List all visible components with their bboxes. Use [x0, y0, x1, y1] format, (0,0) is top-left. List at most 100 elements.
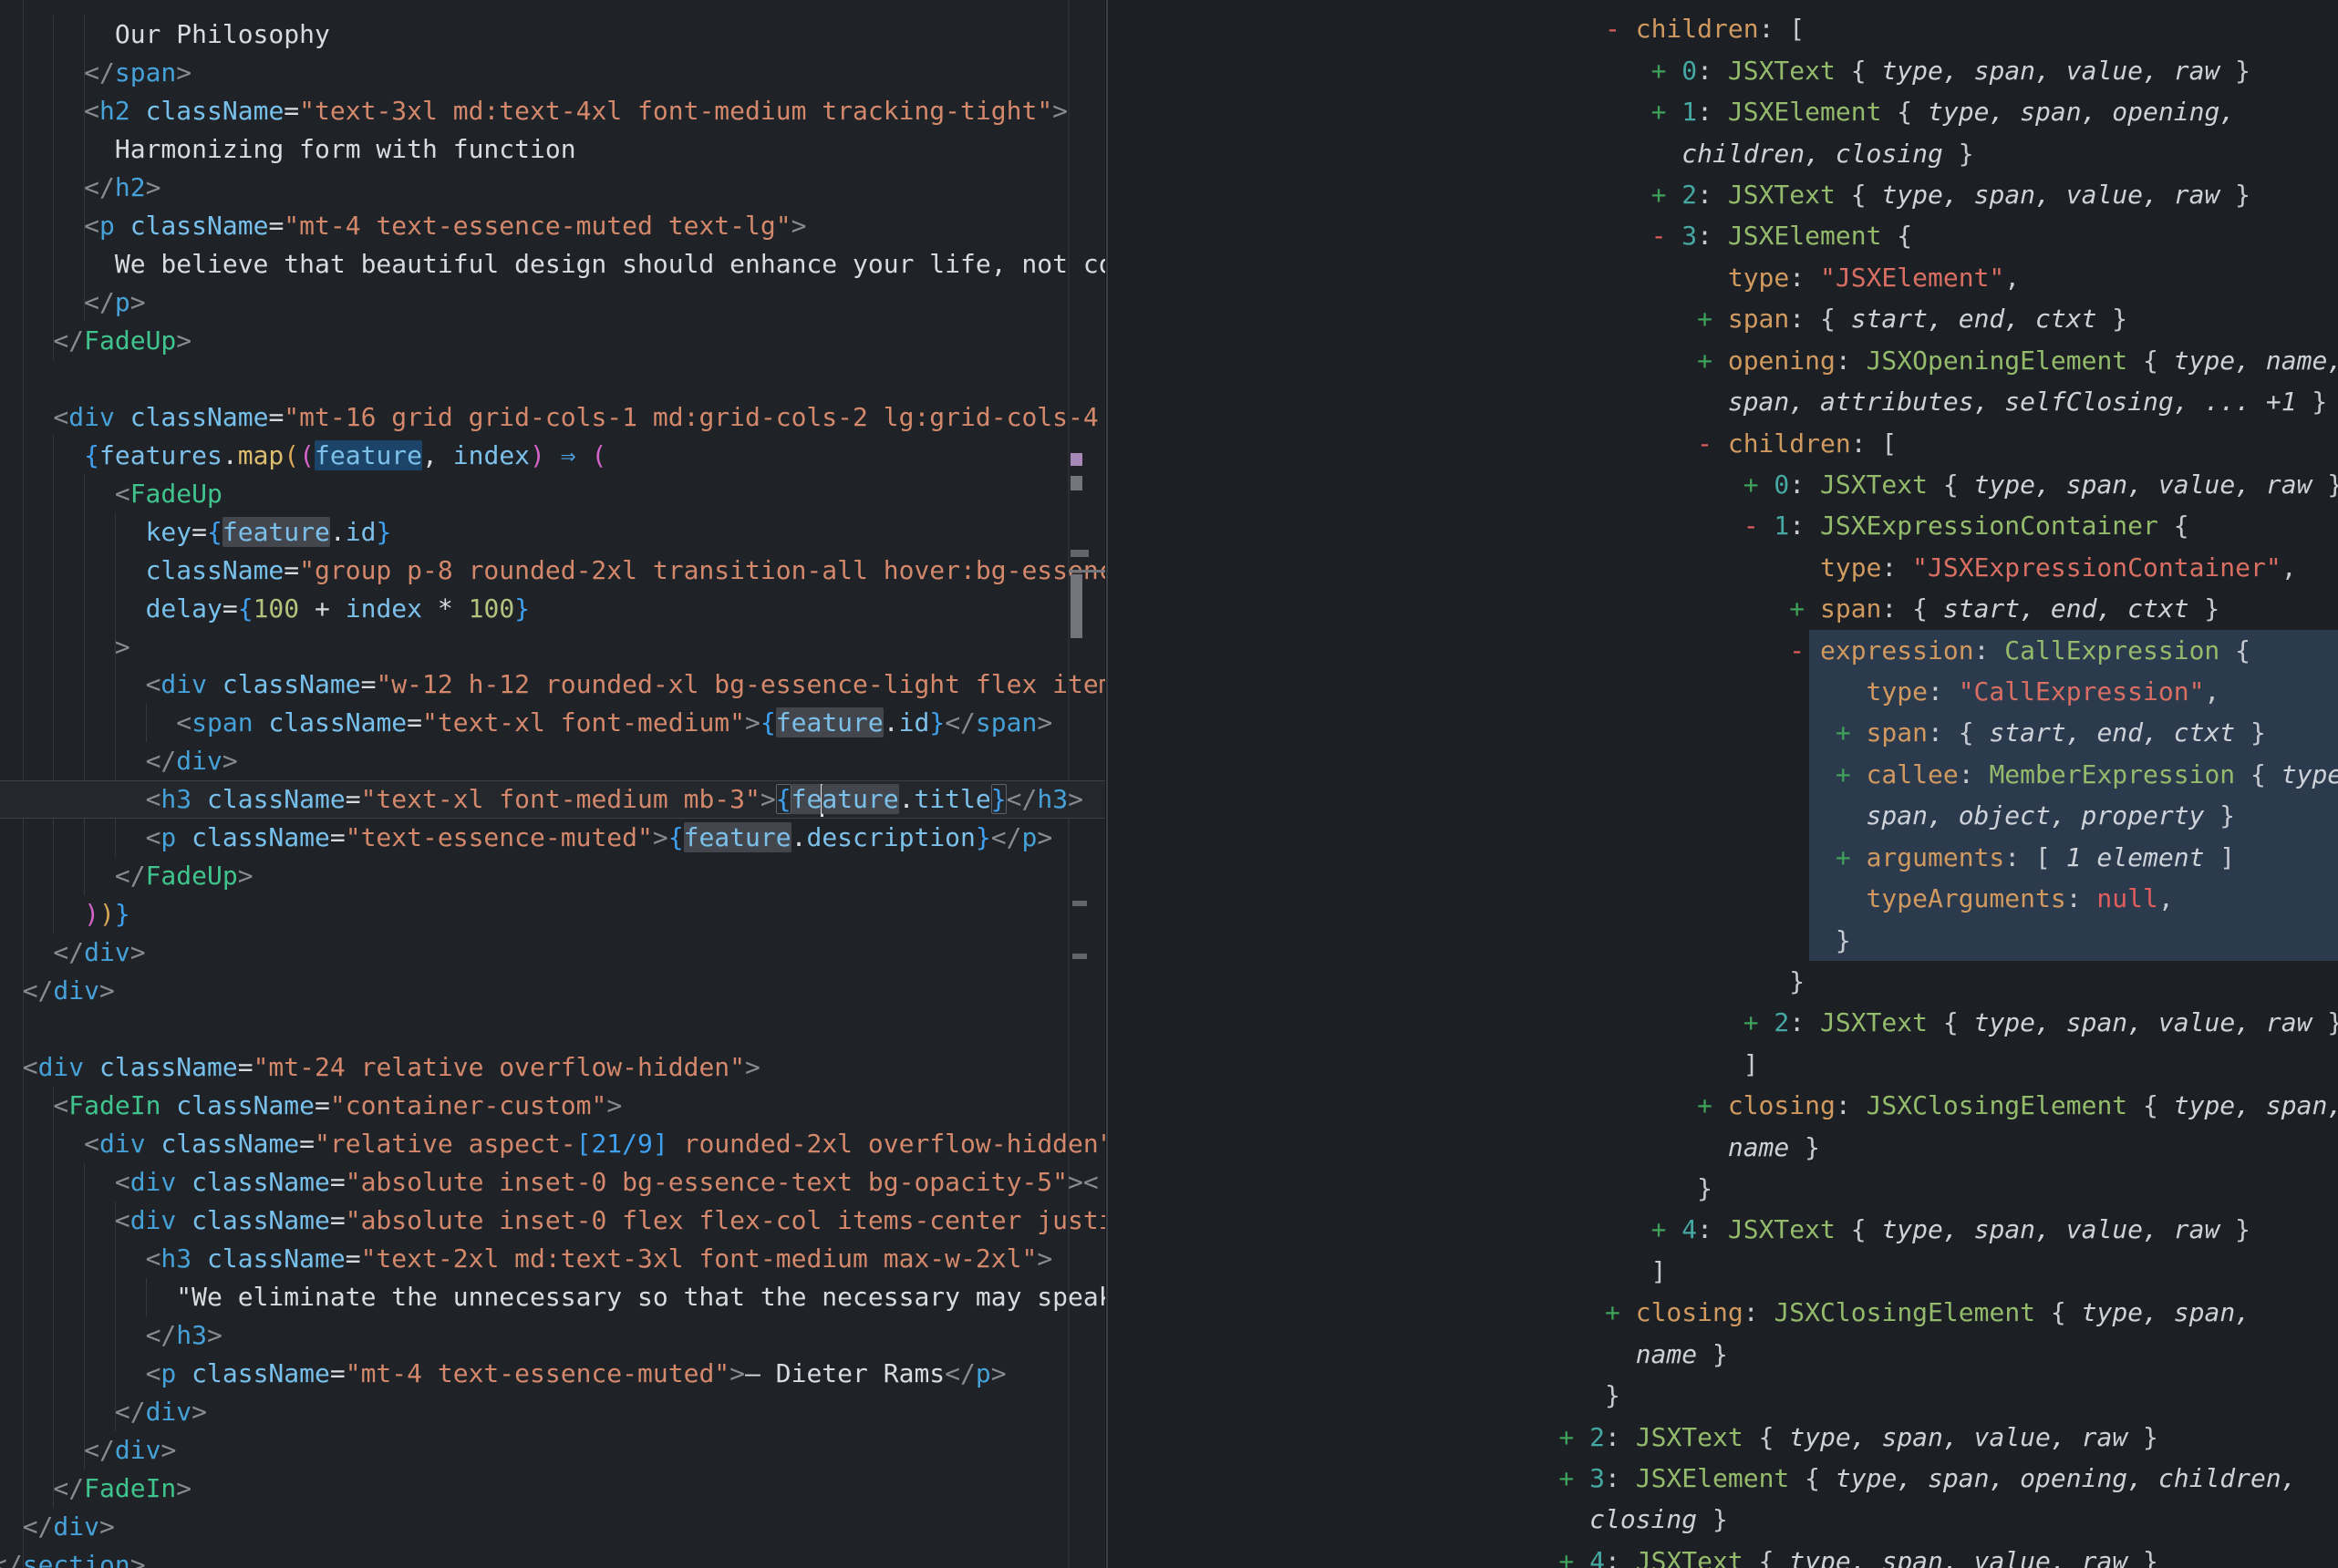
code-line[interactable]: </div>: [23, 972, 115, 1010]
collapse-node-icon[interactable]: -: [1697, 428, 1728, 459]
code-line[interactable]: </span>: [84, 54, 191, 92]
code-line[interactable]: </div>: [115, 1393, 207, 1431]
code-line[interactable]: <p className="mt-4 text-essence-muted te…: [84, 207, 806, 245]
ast-tree-row[interactable]: children, closing }: [1681, 133, 1973, 174]
ast-tree-row[interactable]: + arguments: [ 1 element ]: [1836, 837, 2235, 878]
code-line[interactable]: <div className="relative aspect-[21/9] r…: [84, 1125, 1105, 1163]
ast-tree-row[interactable]: ]: [1743, 1044, 1759, 1085]
ast-tree-row[interactable]: + closing: JSXClosingElement { type, spa…: [1605, 1292, 2250, 1333]
collapse-node-icon[interactable]: -: [1789, 635, 1820, 665]
code-line[interactable]: <h3 className="text-2xl md:text-3xl font…: [146, 1240, 1053, 1278]
expand-node-icon[interactable]: +: [1743, 1007, 1774, 1037]
ast-tree-row[interactable]: + 2: JSXText { type, span, value, raw }: [1558, 1417, 2157, 1458]
expand-node-icon[interactable]: +: [1605, 1297, 1636, 1327]
ast-tree-row[interactable]: + span: { start, end, ctxt }: [1836, 712, 2266, 753]
code-line[interactable]: className="group p-8 rounded-2xl transit…: [146, 552, 1105, 590]
code-line[interactable]: <div className="mt-16 grid grid-cols-1 m…: [53, 398, 1105, 437]
ast-tree-row[interactable]: - 3: JSXElement {: [1651, 215, 1913, 256]
ast-tree-row[interactable]: - 1: JSXExpressionContainer {: [1743, 505, 2189, 546]
code-line[interactable]: delay={100 + index * 100}: [146, 590, 530, 628]
code-line[interactable]: </FadeIn>: [53, 1470, 191, 1508]
expand-node-icon[interactable]: +: [1558, 1546, 1589, 1568]
code-line[interactable]: "We eliminate the unnecessary so that th…: [176, 1278, 1105, 1316]
code-line[interactable]: </div>: [23, 1508, 115, 1546]
ast-tree-row[interactable]: span, attributes, selfClosing, ... +1 }: [1728, 381, 2327, 422]
ast-tree-row[interactable]: closing }: [1589, 1499, 1728, 1540]
code-line[interactable]: {features.map((feature, index) ⇒ (: [84, 437, 606, 475]
ast-tree-row[interactable]: + 1: JSXElement { type, span, opening,: [1651, 91, 2236, 132]
code-line[interactable]: </FadeUp>: [53, 322, 191, 360]
code-line[interactable]: key={feature.id}: [146, 513, 392, 552]
code-line[interactable]: </FadeUp>: [115, 857, 253, 895]
ast-tree-row[interactable]: }: [1605, 1375, 1620, 1416]
code-line[interactable]: <FadeIn className="container-custom">: [53, 1087, 622, 1125]
expand-node-icon[interactable]: +: [1836, 842, 1867, 872]
expand-node-icon[interactable]: +: [1558, 1422, 1589, 1452]
code-line[interactable]: <div className="mt-24 relative overflow-…: [23, 1048, 760, 1087]
ast-tree-row[interactable]: + opening: JSXOpeningElement { type, nam…: [1697, 340, 2338, 381]
ast-tree-row[interactable]: + span: { start, end, ctxt }: [1697, 298, 2127, 339]
code-line[interactable]: </div>: [84, 1431, 176, 1470]
expand-node-icon[interactable]: +: [1789, 593, 1820, 624]
expand-node-icon[interactable]: +: [1697, 304, 1728, 334]
collapse-node-icon[interactable]: -: [1651, 221, 1682, 251]
code-line[interactable]: </div>: [146, 742, 238, 780]
code-line[interactable]: <p className="mt-4 text-essence-muted">—…: [146, 1355, 1007, 1393]
ast-tree-row[interactable]: ]: [1651, 1251, 1667, 1292]
ast-tree-row[interactable]: + 4: JSXText { type, span, value, raw }: [1558, 1541, 2157, 1568]
expand-node-icon[interactable]: +: [1651, 97, 1682, 127]
ast-tree-row[interactable]: }: [1697, 1168, 1712, 1209]
ast-tree-row[interactable]: - children: [: [1697, 423, 1897, 464]
code-line[interactable]: <FadeUp: [115, 475, 222, 513]
ast-explorer-panel[interactable]: - children: [+ 0: JSXText { type, span, …: [1108, 0, 2338, 1568]
code-line[interactable]: </div>: [53, 934, 145, 972]
collapse-node-icon[interactable]: -: [1605, 14, 1636, 44]
code-line[interactable]: <div className="w-12 h-12 rounded-xl bg-…: [146, 665, 1105, 704]
ast-tree-row[interactable]: + closing: JSXClosingElement { type, spa…: [1697, 1085, 2338, 1126]
expand-node-icon[interactable]: +: [1697, 346, 1728, 376]
code-line[interactable]: <h2 className="text-3xl md:text-4xl font…: [84, 92, 1068, 130]
code-line[interactable]: </h3>: [146, 1316, 222, 1355]
expand-node-icon[interactable]: +: [1743, 469, 1774, 500]
expand-node-icon[interactable]: +: [1651, 180, 1682, 210]
ast-tree-row[interactable]: + span: { start, end, ctxt }: [1789, 588, 2219, 629]
collapse-node-icon[interactable]: -: [1743, 511, 1774, 541]
expand-node-icon[interactable]: +: [1651, 1214, 1682, 1244]
code-line[interactable]: <p className="text-essence-muted">{featu…: [146, 819, 1053, 857]
code-line[interactable]: <div className="absolute inset-0 bg-esse…: [115, 1163, 1099, 1202]
ast-tree-row[interactable]: type: "JSXExpressionContainer",: [1820, 547, 2297, 588]
code-line[interactable]: <span className="text-xl font-medium">{f…: [176, 704, 1052, 742]
ast-tree-row[interactable]: name }: [1636, 1334, 1728, 1375]
ast-tree-row[interactable]: + 4: JSXText { type, span, value, raw }: [1651, 1209, 2250, 1250]
code-line[interactable]: </p>: [84, 284, 145, 322]
expand-node-icon[interactable]: +: [1836, 717, 1867, 748]
ast-tree-row[interactable]: }: [1789, 961, 1805, 1002]
code-line[interactable]: </h2>: [84, 169, 160, 207]
ast-tree-row[interactable]: - expression: CallExpression {: [1789, 630, 2250, 671]
ast-tree-row[interactable]: + 3: JSXElement { type, span, opening, c…: [1558, 1458, 2296, 1499]
ast-tree-row[interactable]: + callee: MemberExpression { type,: [1836, 754, 2338, 795]
ast-tree-row[interactable]: type: "JSXElement",: [1728, 257, 2020, 298]
ast-tree-row[interactable]: }: [1836, 920, 1851, 961]
ast-tree-row[interactable]: + 2: JSXText { type, span, value, raw }: [1743, 1002, 2338, 1043]
ast-tree-row[interactable]: type: "CallExpression",: [1867, 671, 2220, 712]
code-line[interactable]: ))}: [84, 895, 130, 934]
expand-node-icon[interactable]: +: [1651, 56, 1682, 86]
code-line[interactable]: Harmonizing form with function: [115, 130, 576, 169]
code-line[interactable]: <h3 className="text-xl font-medium mb-3"…: [146, 780, 1083, 819]
code-line[interactable]: >: [115, 628, 130, 666]
ast-tree-row[interactable]: - children: [: [1605, 8, 1805, 49]
code-line[interactable]: We believe that beautiful design should …: [115, 245, 1105, 284]
code-editor-panel[interactable]: Our Philosophy</span><h2 className="text…: [0, 0, 1105, 1568]
code-line[interactable]: <div className="absolute inset-0 flex fl…: [115, 1202, 1105, 1240]
ast-tree-row[interactable]: name }: [1728, 1127, 1820, 1168]
expand-node-icon[interactable]: +: [1697, 1090, 1728, 1120]
ast-tree-row[interactable]: + 0: JSXText { type, span, value, raw }: [1743, 464, 2338, 505]
code-line[interactable]: Our Philosophy: [115, 15, 330, 54]
ast-tree-row[interactable]: + 0: JSXText { type, span, value, raw }: [1651, 50, 2250, 91]
expand-node-icon[interactable]: +: [1558, 1463, 1589, 1493]
code-line[interactable]: </section>: [0, 1546, 146, 1568]
ast-tree-row[interactable]: typeArguments: null,: [1867, 878, 2174, 919]
expand-node-icon[interactable]: +: [1836, 759, 1867, 789]
ast-tree-row[interactable]: + 2: JSXText { type, span, value, raw }: [1651, 174, 2250, 215]
